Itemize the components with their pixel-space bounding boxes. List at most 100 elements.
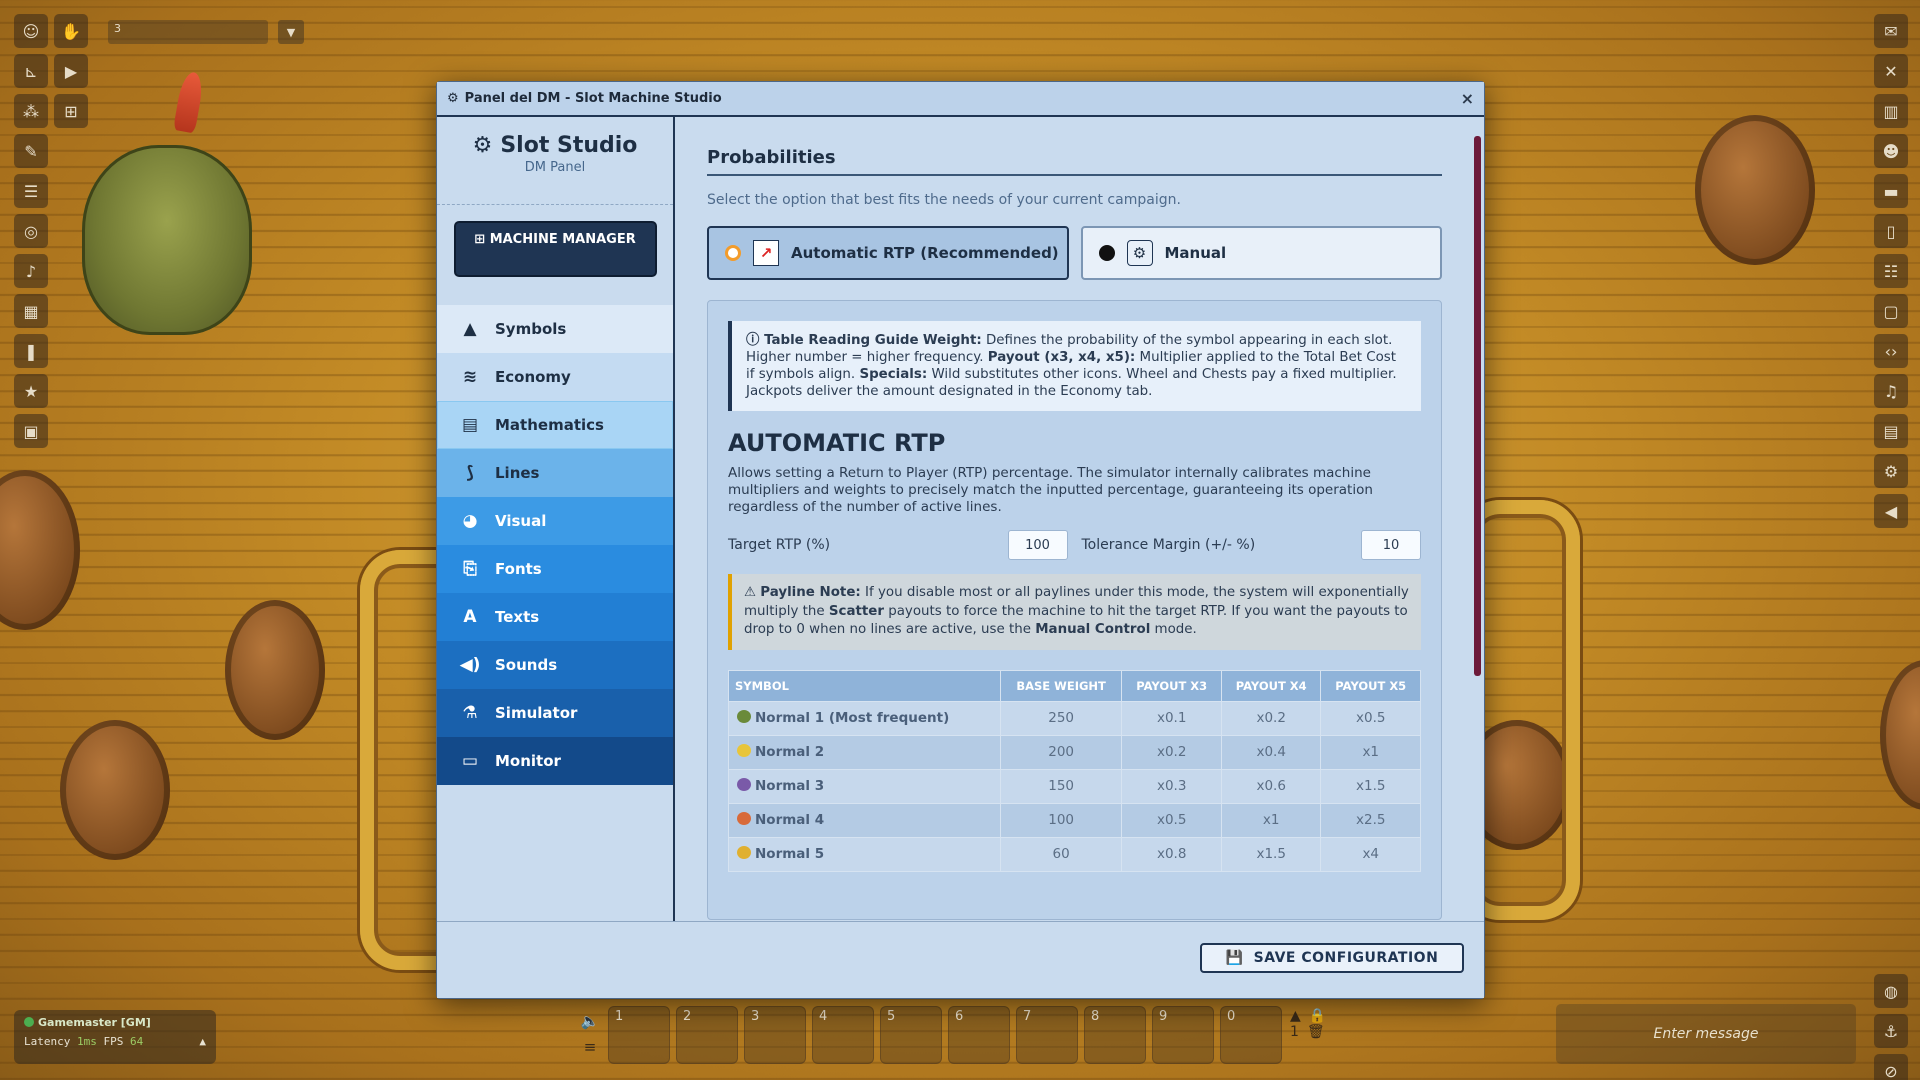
playlist-icon[interactable]: ♫ [1874,374,1908,408]
chat-input[interactable]: Enter message [1556,1004,1856,1064]
chat-icon[interactable]: ✉ [1874,14,1908,48]
sidebar-item-mathematics[interactable]: ▤ Mathematics [437,401,673,449]
user-icon[interactable]: ☺ [14,14,48,48]
sidebar-item-visual[interactable]: ◕ Visual [437,497,673,545]
music-icon[interactable]: ♪ [14,254,48,288]
coordinate-bar[interactable]: 3 [108,20,268,44]
hotbar-slot[interactable]: 1 [608,1006,670,1064]
lock-icon[interactable]: 🔒 [1309,1008,1326,1024]
map-icon[interactable]: ▥ [1874,94,1908,128]
globe-icon[interactable]: ◍ [1874,974,1908,1008]
hotbar-slot[interactable]: 3 [744,1006,806,1064]
swords-icon[interactable]: ✕ [1874,54,1908,88]
anchor-icon[interactable]: ⚓ [1874,1014,1908,1048]
compendium-icon[interactable]: ▤ [1874,414,1908,448]
collapse-icon[interactable]: ◀ [1874,494,1908,528]
hotbar-slot[interactable]: 5 [880,1006,942,1064]
symbol-table: SYMBOL BASE WEIGHT PAYOUT X3 PAYOUT X4 PAYOU… [728,669,1421,872]
cell-x5[interactable]: x1.5 [1320,768,1421,804]
items-icon[interactable]: ▬ [1874,174,1908,208]
close-button[interactable]: × [1461,89,1474,108]
cell-x4[interactable]: x1 [1220,802,1322,838]
ruler-icon[interactable]: ⊾ [14,54,48,88]
hotbar-slot[interactable]: 4 [812,1006,874,1064]
cell-weight[interactable]: 150 [999,768,1123,804]
cell-x4[interactable]: x0.4 [1220,734,1322,770]
coins-icon: ≋ [462,367,478,387]
lines-icon: ⟆ [466,463,474,483]
hand-icon[interactable]: ✋ [54,14,88,48]
star-icon[interactable]: ★ [14,374,48,408]
trash-icon[interactable]: 🗑 [1307,1024,1325,1040]
machine-manager-button[interactable]: ⊞ MACHINE MANAGER [453,221,657,277]
cell-weight[interactable]: 100 [999,802,1123,838]
flask-icon: ⚗ [462,703,478,723]
sidebar-item-economy[interactable]: ≋ Economy [437,353,673,401]
symbol-icon [737,778,751,791]
cell-x5[interactable]: x4 [1320,836,1421,872]
content-scrollbar[interactable] [1474,124,1481,930]
manual-option[interactable]: ⚙ Manual [1080,226,1442,280]
hotbar-slot[interactable]: 0 [1220,1006,1282,1064]
settings-icon[interactable]: ⚙ [1874,454,1908,488]
sidebar-item-fonts[interactable]: ⎘ Fonts [437,545,673,593]
cell-x4[interactable]: x0.2 [1220,700,1322,736]
bookmark-icon[interactable]: ❚ [14,334,48,368]
code-icon[interactable]: ‹› [1874,334,1908,368]
cell-x5[interactable]: x2.5 [1320,802,1421,838]
sidebar-item-monitor[interactable]: ▭ Monitor [437,737,673,785]
column-header: SYMBOL [728,669,1001,702]
cell-weight[interactable]: 200 [999,734,1123,770]
cell-weight[interactable]: 60 [999,836,1123,872]
eye-slash-icon[interactable]: ⊘ [1874,1054,1908,1080]
table-reading-guide: ⓘ Table Reading Guide Weight: Defines th… [728,321,1421,411]
sidebar-item-symbols[interactable]: ▲ Symbols [437,305,673,353]
window-header[interactable]: ⚙ Panel del DM - Slot Machine Studio × [437,82,1484,117]
shapes-icon[interactable]: ⁂ [14,94,48,128]
sidebar-item-label: Monitor [495,752,561,770]
chevron-up-icon[interactable]: ▲ [1290,1008,1301,1024]
chevron-up-icon[interactable]: ▲ [199,1035,206,1048]
cell-x3[interactable]: x0.5 [1121,802,1222,838]
slot-machine-icon[interactable]: ▣ [14,414,48,448]
coordinate-value: 3 [114,22,121,35]
lightbulb-icon[interactable]: ◎ [14,214,48,248]
sidebar-item-sounds[interactable]: ◀) Sounds [437,641,673,689]
play-icon[interactable]: ▶ [54,54,88,88]
automatic-rtp-label: Automatic RTP (Recommended) [791,244,1059,262]
tables-icon[interactable]: ☷ [1874,254,1908,288]
tiles-icon[interactable]: ▦ [14,294,48,328]
chevron-down-icon[interactable]: ▼ [278,20,304,44]
players-panel[interactable]: Gamemaster [GM] Latency 1ms FPS 64 ▲ [14,1010,216,1064]
cell-x4[interactable]: x0.6 [1220,768,1322,804]
actor-icon[interactable]: ☻ [1874,134,1908,168]
cell-x5[interactable]: x0.5 [1320,700,1421,736]
cell-x5[interactable]: x1 [1320,734,1421,770]
layers-icon[interactable]: ☰ [14,174,48,208]
save-configuration-button[interactable]: 💾 SAVE CONFIGURATION [1200,943,1464,973]
scrollbar-thumb[interactable] [1474,136,1481,676]
cell-x3[interactable]: x0.8 [1121,836,1222,872]
hotbar-slot[interactable]: 2 [676,1006,738,1064]
cell-x3[interactable]: x0.3 [1121,768,1222,804]
sidebar-item-texts[interactable]: A Texts [437,593,673,641]
cards-icon[interactable]: ▢ [1874,294,1908,328]
grid-icon[interactable]: ⊞ [54,94,88,128]
hotbar-slot[interactable]: 9 [1152,1006,1214,1064]
cell-x3[interactable]: x0.2 [1121,734,1222,770]
target-rtp-input[interactable]: 100 [1007,530,1068,560]
pencil-icon[interactable]: ✎ [14,134,48,168]
journal-icon[interactable]: ▯ [1874,214,1908,248]
automatic-rtp-option[interactable]: ↗ Automatic RTP (Recommended) [707,226,1069,280]
menu-icon[interactable]: ≡ [578,1034,602,1060]
hotbar-slot[interactable]: 8 [1084,1006,1146,1064]
tolerance-input[interactable]: 10 [1361,530,1421,560]
mute-icon[interactable]: 🔈 [578,1008,602,1034]
sidebar-item-simulator[interactable]: ⚗ Simulator [437,689,673,737]
cell-x3[interactable]: x0.1 [1121,700,1222,736]
cell-weight[interactable]: 250 [999,700,1123,736]
hotbar-slot[interactable]: 7 [1016,1006,1078,1064]
hotbar-slot[interactable]: 6 [948,1006,1010,1064]
sidebar-item-lines[interactable]: ⟆ Lines [437,449,673,497]
cell-x4[interactable]: x1.5 [1220,836,1322,872]
